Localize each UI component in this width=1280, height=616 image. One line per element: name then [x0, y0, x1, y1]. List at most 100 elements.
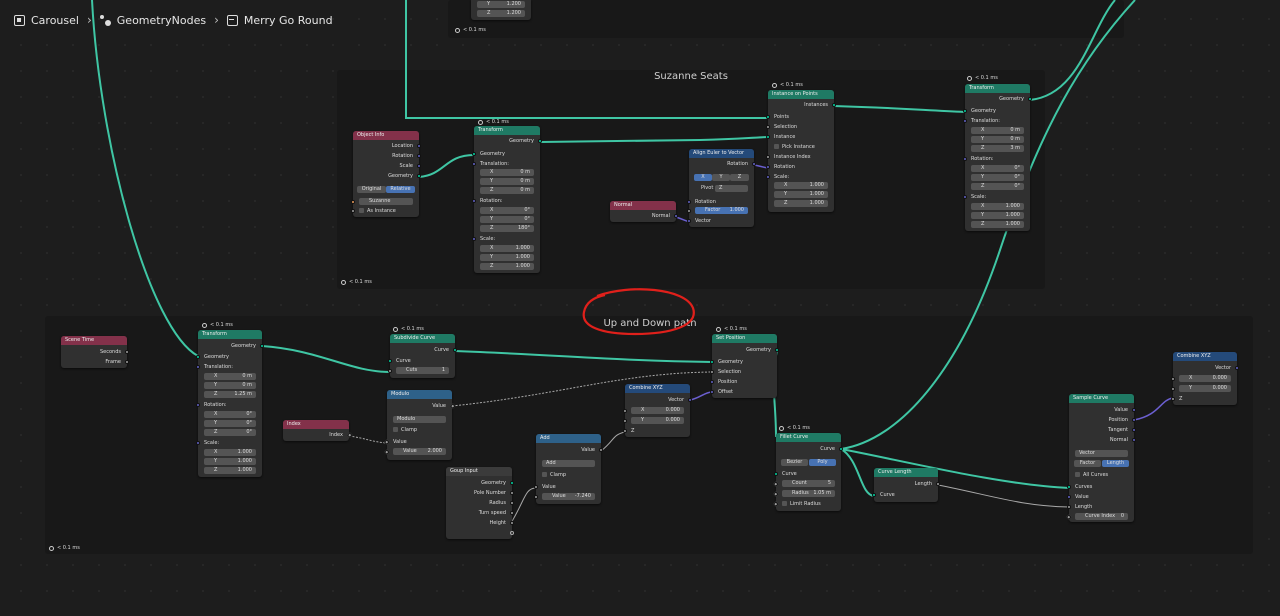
- output-label: Scale: [399, 163, 413, 169]
- sample-curve-node[interactable]: Sample Curve Value Position Tangent Norm…: [1066, 394, 1136, 522]
- factor-field[interactable]: Factor 1.000: [695, 207, 748, 214]
- clock-icon: [716, 326, 721, 332]
- node-header[interactable]: Scene Time: [61, 336, 127, 345]
- transform-node[interactable]: Transform Geometry Geometry Translation:…: [196, 330, 264, 477]
- relative-button[interactable]: Relative: [386, 186, 415, 193]
- output-label: Rotation: [392, 153, 413, 159]
- node-header[interactable]: Set Position: [712, 334, 777, 343]
- align-euler-node[interactable]: Align Euler to Vector Rotation X Y Z Piv…: [687, 149, 756, 227]
- clock-icon: [455, 27, 460, 33]
- timer: < 0.1 ms: [716, 326, 747, 332]
- node-header[interactable]: Transform: [474, 126, 540, 135]
- node-header[interactable]: Fillet Curve: [776, 433, 841, 442]
- pivot-dropdown[interactable]: Z: [715, 185, 748, 192]
- instance-on-points-node[interactable]: Instance on Points Instances Points Sele…: [766, 90, 836, 212]
- clock-icon: [779, 425, 784, 431]
- cuts-field[interactable]: Cuts 1: [396, 367, 449, 374]
- axis-z-button[interactable]: Z: [730, 174, 749, 181]
- link-top-to-instance: [405, 0, 768, 119]
- set-position-node[interactable]: Set Position Geometry Geometry Selection…: [710, 334, 779, 398]
- timer: < 0.1 ms: [772, 82, 803, 88]
- node-header[interactable]: Align Euler to Vector: [689, 149, 754, 158]
- link-height-add: [510, 487, 537, 524]
- all-curves-toggle[interactable]: All Curves: [1069, 471, 1134, 479]
- modulo-node[interactable]: Modulo Value Modulo Clamp Value Value 2.0…: [384, 390, 455, 460]
- clock-icon: [393, 326, 398, 332]
- node-header[interactable]: Index: [283, 420, 349, 429]
- operation-dropdown[interactable]: Modulo: [393, 416, 446, 423]
- factor-button[interactable]: Factor: [1074, 460, 1101, 467]
- value-field[interactable]: Value 2.000: [393, 448, 446, 455]
- as-instance-toggle[interactable]: As Instance: [353, 207, 419, 215]
- normal-node[interactable]: Normal Normal: [610, 201, 678, 222]
- transform-node[interactable]: Transform Geometry Geometry Translation:…: [963, 84, 1032, 231]
- timer: < 0.1 ms: [49, 545, 80, 551]
- length-button[interactable]: Length: [1102, 460, 1129, 467]
- clock-icon: [967, 75, 972, 81]
- radius-field[interactable]: Radius 1.05 m: [782, 490, 835, 497]
- value-field[interactable]: Value -7.240: [542, 493, 595, 500]
- combine-xyz-node[interactable]: Combine XYZ Vector X 0.000 Y 0.000 Z: [623, 384, 692, 437]
- link-sample-combine: [1133, 397, 1174, 421]
- clock-icon: [478, 119, 483, 125]
- output-label: Location: [391, 143, 413, 149]
- object-field[interactable]: Suzanne: [359, 198, 413, 205]
- link-transform-to-instance: [539, 136, 769, 143]
- partial-node[interactable]: Y 1.200 Z 1.200: [471, 0, 531, 20]
- link-subdivide-setpos: [454, 350, 713, 363]
- link-length-sample: [937, 484, 1070, 508]
- node-header[interactable]: Modulo: [387, 390, 452, 399]
- curve-index-field[interactable]: Curve Index 0: [1075, 513, 1128, 520]
- transform-node[interactable]: Transform Geometry Geometry Translation:…: [472, 126, 542, 273]
- timer: < 0.1 ms: [202, 322, 233, 328]
- poly-button[interactable]: Poly: [809, 459, 836, 466]
- clamp-toggle[interactable]: Clamp: [536, 471, 601, 479]
- link-combine-offset: [689, 391, 713, 401]
- count-field[interactable]: Count 5: [782, 480, 835, 487]
- timer: < 0.1 ms: [393, 326, 424, 332]
- node-header[interactable]: Transform: [965, 84, 1030, 93]
- link-scene-wire: [91, 0, 199, 357]
- node-header[interactable]: Combine XYZ: [625, 384, 690, 393]
- curve-length-node[interactable]: Curve Length Length Curve: [872, 468, 940, 502]
- add-node[interactable]: Add Value Add Clamp Value Value -7.240: [534, 434, 603, 504]
- clock-icon: [49, 545, 54, 551]
- node-header[interactable]: Combine XYZ: [1173, 352, 1237, 361]
- scene-time-node[interactable]: Scene Time Seconds Frame: [61, 336, 129, 368]
- clock-icon: [341, 279, 346, 285]
- object-info-node[interactable]: Object Info Location Rotation Scale Geom…: [351, 131, 421, 217]
- timer: < 0.1 ms: [967, 75, 998, 81]
- timer: < 0.1 ms: [341, 279, 372, 285]
- annotation-circle: [582, 288, 695, 336]
- subdivide-curve-node[interactable]: Subdivide Curve Curve Curve Cuts 1: [388, 334, 457, 378]
- clock-icon: [772, 82, 777, 88]
- node-header[interactable]: Add: [536, 434, 601, 443]
- operation-dropdown[interactable]: Add: [542, 460, 595, 467]
- node-header[interactable]: Goup Input: [446, 467, 512, 476]
- limit-radius-toggle[interactable]: Limit Radius: [776, 500, 841, 508]
- node-header[interactable]: Object Info: [353, 131, 419, 140]
- bezier-button[interactable]: Bezier: [781, 459, 808, 466]
- data-type-dropdown[interactable]: Vector: [1075, 450, 1128, 457]
- axis-x-button[interactable]: X: [694, 174, 712, 181]
- group-input-node[interactable]: Goup Input Geometry Pole Number Radius T…: [446, 467, 514, 539]
- timer: < 0.1 ms: [455, 27, 486, 33]
- node-header[interactable]: Instance on Points: [768, 90, 834, 99]
- combine-xyz-node[interactable]: Combine XYZ Vector X 0.000 Y 0.000 Z: [1171, 352, 1239, 405]
- clamp-toggle[interactable]: Clamp: [387, 426, 452, 434]
- original-button[interactable]: Original: [357, 186, 386, 193]
- node-header[interactable]: Normal: [610, 201, 676, 210]
- axis-y-button[interactable]: Y: [712, 174, 730, 181]
- node-header[interactable]: Transform: [198, 330, 262, 339]
- timer: < 0.1 ms: [478, 119, 509, 125]
- link-index-modulo: [348, 435, 388, 444]
- timer: < 0.1 ms: [779, 425, 810, 431]
- node-header[interactable]: Subdivide Curve: [390, 334, 455, 343]
- node-header[interactable]: Sample Curve: [1069, 394, 1134, 403]
- pick-instance-toggle[interactable]: Pick Instance: [768, 143, 834, 151]
- output-label: Geometry: [388, 173, 413, 179]
- fillet-curve-node[interactable]: Fillet Curve Curve Bezier Poly Curve Cou…: [773, 433, 843, 511]
- node-header[interactable]: Curve Length: [874, 468, 938, 477]
- index-node[interactable]: Index Index: [283, 420, 352, 441]
- link-instances-to-transform: [833, 105, 966, 113]
